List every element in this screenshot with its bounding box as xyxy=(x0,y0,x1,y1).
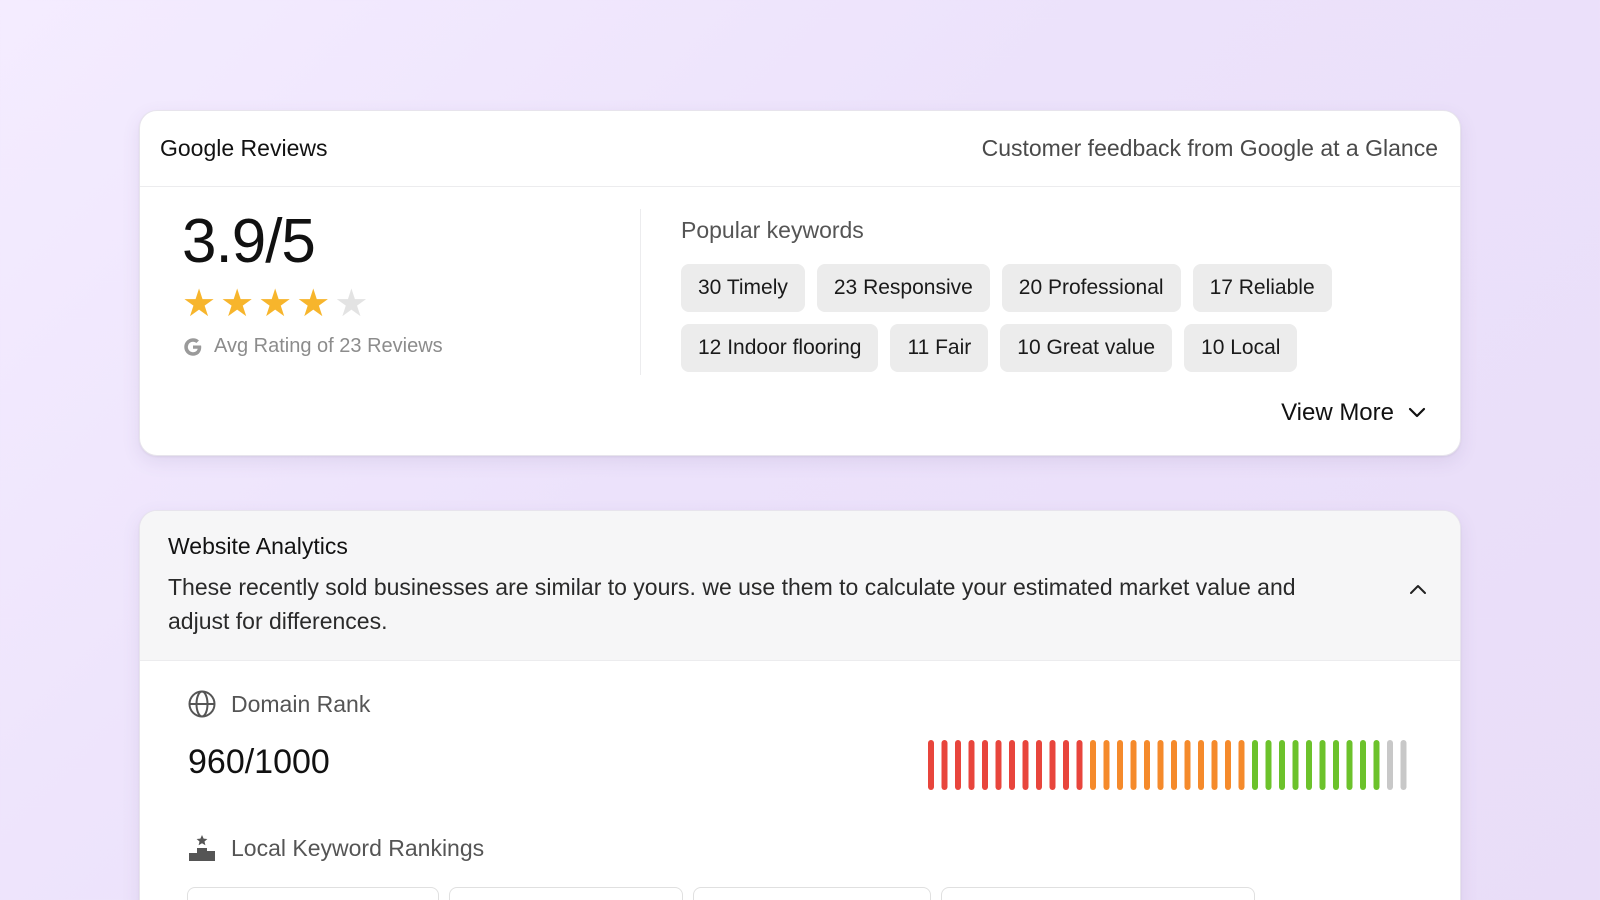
analytics-title: Website Analytics xyxy=(168,533,348,559)
domain-rank-header: Domain Rank xyxy=(187,689,370,719)
gauge-segment-filled xyxy=(955,740,961,790)
keyword-chip[interactable]: 10 Local xyxy=(1184,324,1298,372)
rating-caption-row: Avg Rating of 23 Reviews xyxy=(182,335,482,358)
gauge-segment-filled xyxy=(1130,740,1137,790)
gauge-segment-filled xyxy=(1157,740,1164,790)
gauge-segment-filled xyxy=(1049,740,1056,790)
reviews-header: Google Reviews Customer feedback from Go… xyxy=(140,111,1460,187)
keyword-chip-list: 30 Timely 23 Responsive 20 Professional … xyxy=(681,264,1441,372)
keyword-ranking-item[interactable] xyxy=(187,887,439,900)
gauge-segment-empty xyxy=(1387,740,1393,790)
gauge-segment-filled xyxy=(1022,740,1029,790)
star-filled-icon: ★ xyxy=(258,283,293,326)
domain-rank-value: 960/1000 xyxy=(188,743,330,781)
keyword-ranking-item[interactable] xyxy=(449,887,683,900)
rating-caption: Avg Rating of 23 Reviews xyxy=(214,335,443,358)
gauge-segment-filled xyxy=(1292,740,1299,790)
view-more-label: View More xyxy=(1281,399,1394,426)
gauge-segment-filled xyxy=(1252,740,1258,790)
gauge-segment-filled xyxy=(1225,740,1231,790)
analytics-header: Website Analytics These recently sold bu… xyxy=(140,511,1460,661)
gauge-segment-filled xyxy=(1279,740,1285,790)
gauge-segment-empty xyxy=(1400,740,1407,790)
google-reviews-card: Google Reviews Customer feedback from Go… xyxy=(139,110,1461,456)
keyword-chip[interactable]: 11 Fair xyxy=(890,324,989,372)
reviews-subtitle: Customer feedback from Google at a Glanc… xyxy=(981,135,1438,161)
column-divider xyxy=(640,209,641,375)
star-filled-icon: ★ xyxy=(296,283,331,326)
keyword-chip[interactable]: 20 Professional xyxy=(1001,264,1181,312)
keywords-title: Popular keywords xyxy=(681,217,864,243)
star-filled-icon: ★ xyxy=(220,283,255,326)
local-keyword-header: Local Keyword Rankings xyxy=(187,833,484,863)
view-more-button[interactable]: View More xyxy=(1281,399,1426,427)
gauge-segment-filled xyxy=(1117,740,1123,790)
gauge-segment-filled xyxy=(1063,740,1069,790)
chevron-up-icon xyxy=(1410,585,1426,594)
keyword-ranking-list xyxy=(187,887,1255,900)
local-keyword-label: Local Keyword Rankings xyxy=(231,834,485,861)
star-empty-icon: ★ xyxy=(334,283,369,326)
star-filled-icon: ★ xyxy=(182,283,217,326)
gauge-segment-filled xyxy=(1198,740,1204,790)
keyword-chip[interactable]: 10 Great value xyxy=(1000,324,1173,372)
popular-keywords: Popular keywords 30 Timely 23 Responsive… xyxy=(681,217,1441,372)
gauge-segment-filled xyxy=(1103,740,1110,790)
gauge-segment-filled xyxy=(1373,740,1380,790)
gauge-segment-filled xyxy=(1238,740,1245,790)
rating-score: 3.9/5 xyxy=(182,207,316,276)
keyword-chip[interactable]: 23 Responsive xyxy=(816,264,990,312)
gauge-segment-filled xyxy=(1319,740,1326,790)
keyword-chip[interactable]: 12 Indoor flooring xyxy=(681,324,879,372)
gauge-segment-filled xyxy=(928,740,934,790)
globe-icon xyxy=(188,690,216,718)
keyword-chip[interactable]: 17 Reliable xyxy=(1192,264,1332,312)
gauge-segment-filled xyxy=(1333,740,1339,790)
google-icon xyxy=(184,338,202,356)
gauge-segment-filled xyxy=(1265,740,1272,790)
collapse-button[interactable] xyxy=(1402,573,1434,605)
gauge-segment-filled xyxy=(1171,740,1177,790)
star-rating: ★ ★ ★ ★ ★ xyxy=(182,285,482,323)
gauge-segment-filled xyxy=(1360,740,1366,790)
gauge-segment-filled xyxy=(1211,740,1218,790)
gauge-segment-filled xyxy=(1076,740,1083,790)
gauge-segment-filled xyxy=(1144,740,1150,790)
gauge-segment-filled xyxy=(1306,740,1312,790)
keyword-chip[interactable]: 30 Timely xyxy=(681,264,805,312)
domain-rank-label: Domain Rank xyxy=(231,690,371,717)
gauge-segment-filled xyxy=(982,740,988,790)
gauge-segment-filled xyxy=(1346,740,1353,790)
gauge-segment-filled xyxy=(941,740,948,790)
gauge-segment-filled xyxy=(1184,740,1191,790)
gauge-segment-filled xyxy=(1036,740,1042,790)
gauge-segment-filled xyxy=(1009,740,1015,790)
keyword-ranking-item[interactable] xyxy=(941,887,1255,900)
reviews-title: Google Reviews xyxy=(160,135,328,161)
gauge-segment-filled xyxy=(968,740,975,790)
podium-icon xyxy=(189,835,215,861)
keyword-ranking-item[interactable] xyxy=(693,887,931,900)
gauge-segment-filled xyxy=(1090,740,1096,790)
website-analytics-card: Website Analytics These recently sold bu… xyxy=(139,510,1461,900)
analytics-description: These recently sold businesses are simil… xyxy=(168,574,1296,634)
reviews-body: 3.9/5 ★ ★ ★ ★ ★ Avg Rating of 23 Reviews Pop… xyxy=(140,187,1460,455)
domain-rank-gauge xyxy=(928,740,1407,790)
chevron-down-icon xyxy=(1408,407,1426,418)
gauge-segment-filled xyxy=(995,740,1002,790)
rating-summary: 3.9/5 ★ ★ ★ ★ ★ Avg Rating of 23 Reviews xyxy=(182,205,482,358)
